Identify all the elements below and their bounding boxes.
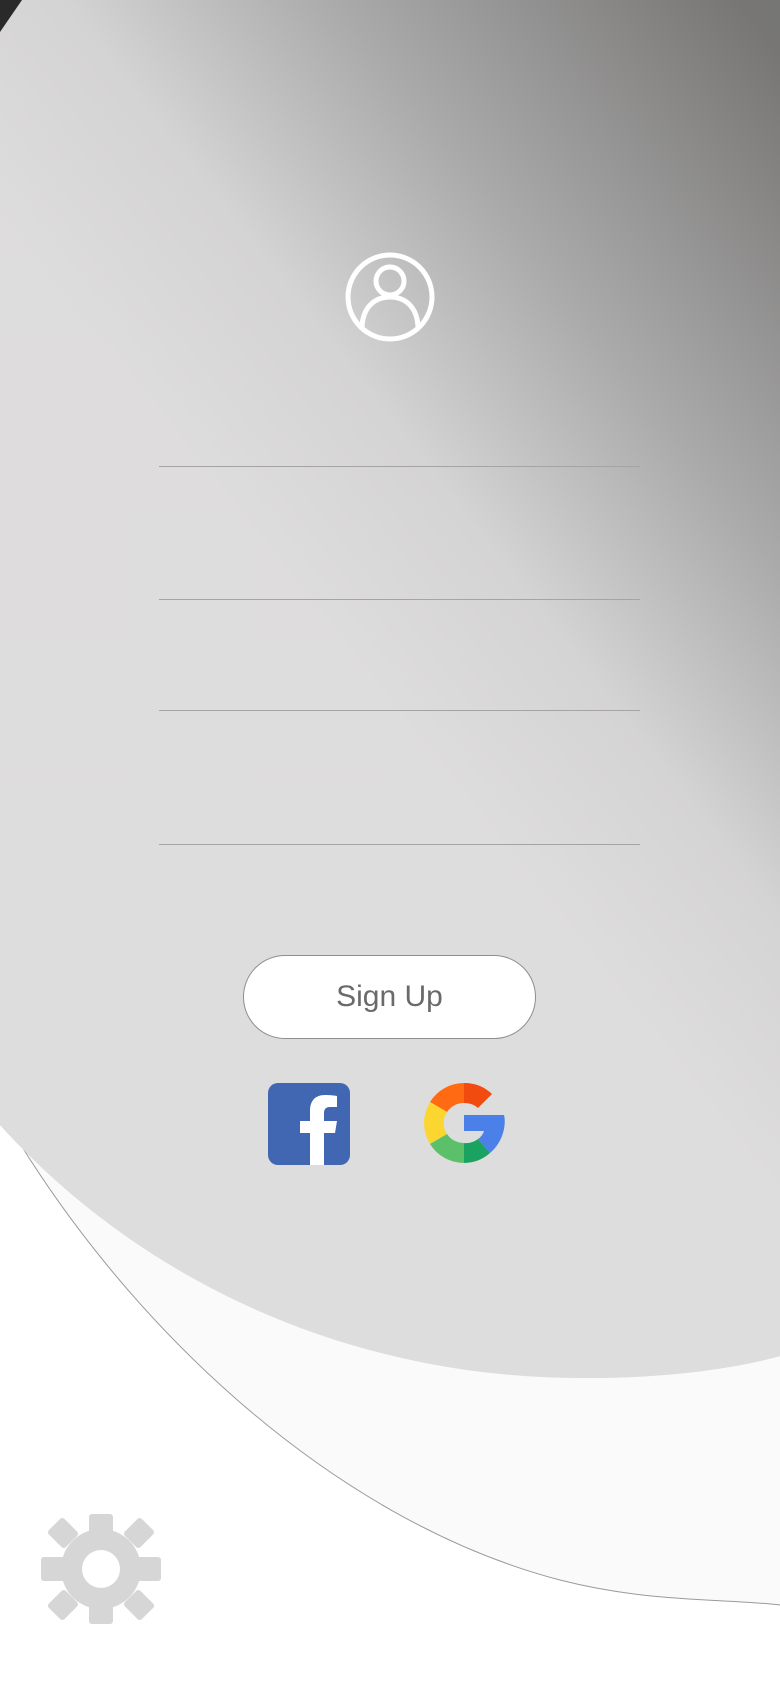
input-field-3[interactable] [159,725,640,845]
text-input-3[interactable] [159,725,640,844]
google-icon[interactable] [422,1081,506,1165]
facebook-icon[interactable] [268,1083,350,1165]
input-field-2[interactable] [159,591,640,711]
sign-up-label: Sign Up [336,980,443,1013]
text-input-1[interactable] [159,480,640,599]
sign-up-button[interactable]: Sign Up [243,955,536,1039]
form-top-divider [159,466,640,467]
input-field-1[interactable] [159,480,640,600]
user-avatar-icon [345,252,435,342]
gear-icon[interactable] [41,1514,161,1624]
text-input-2[interactable] [159,591,640,710]
